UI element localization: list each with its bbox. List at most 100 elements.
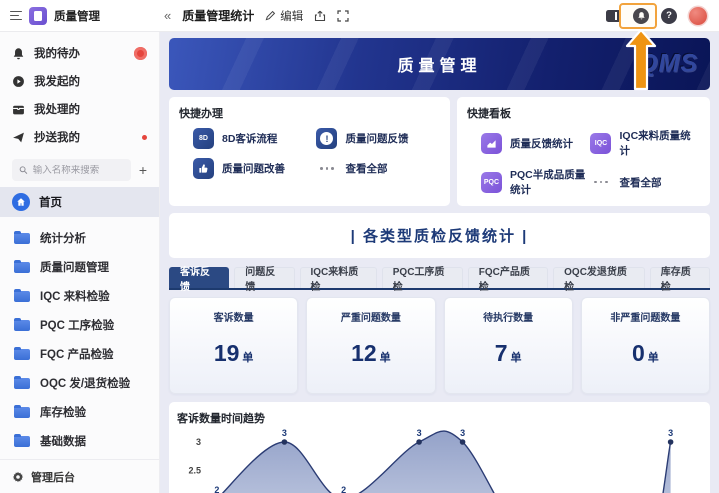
app-logo-icon [29,7,47,25]
folder-icon [14,233,30,244]
sidebar-item-handled-by-me[interactable]: 我处理的 [0,95,159,123]
tab-pqc[interactable]: PQC工序质检 [382,267,463,288]
folder-icon [14,436,30,447]
area-chart-icon [481,133,502,154]
thumbs-up-icon [193,158,214,179]
cc-red-dot [142,135,147,140]
stat-value: 7 [495,340,508,367]
folder-icon [14,378,30,389]
quick-item-issue-improve[interactable]: 质量问题改善 [193,158,316,179]
tab-oqc[interactable]: OQC发退货质检 [553,267,645,288]
quick-board-title: 快捷看板 [467,105,700,121]
play-circle-icon [12,75,25,88]
more-icon [316,167,337,170]
svg-text:3: 3 [460,428,465,438]
chart-title: 客诉数量时间趋势 [177,410,702,426]
home-icon [12,193,30,211]
svg-text:2: 2 [341,485,346,493]
quick-item-view-all-board[interactable]: 查看全部 [590,167,700,197]
stat-cards: 客诉数量 19单 严重问题数量 12单 待执行数量 7单 非严重问题数量 0单 [169,297,710,394]
tab-inventory[interactable]: 库存质检 [650,267,710,288]
svg-text:3: 3 [196,437,201,447]
stat-card-nonserious: 非严重问题数量 0单 [581,297,710,394]
avatar[interactable] [689,7,707,25]
edit-button[interactable]: 编辑 [265,8,303,24]
sidebar: 我的待办 我发起的 我处理的 抄送我的 + [0,32,160,493]
trend-chart-card: 客诉数量时间趋势 32.521.5232333 [169,402,710,493]
svg-text:3: 3 [282,428,287,438]
quick-item-pqc-stats[interactable]: PQC PQC半成品质量统计 [481,167,591,197]
stat-value: 19 [214,340,240,367]
folder-icon [14,262,30,273]
notification-icon[interactable] [633,8,649,24]
badge-pqc-icon: PQC [481,172,502,193]
topbar-right: ? [606,7,719,25]
bell-icon [12,47,25,60]
sidebar-folder-pqc[interactable]: PQC 工序检验 [0,310,159,339]
sidebar-item-my-todos[interactable]: 我的待办 [0,39,159,67]
qc-type-tabs: 客诉反馈 问题反馈 IQC来料质检 PQC工序质检 FQC产品质检 OQC发退货… [169,267,710,290]
sidebar-folder-oqc[interactable]: OQC 发/退货检验 [0,368,159,397]
app-window: 质量管理 « 质量管理统计 编辑 ? [0,0,719,493]
quick-handle-title: 快捷办理 [179,105,440,121]
more-icon [590,181,611,184]
sidebar-folder-inventory[interactable]: 库存检验 [0,397,159,426]
menu-icon[interactable] [10,11,22,21]
badge-8d-icon: 8D [193,128,214,149]
stat-card-pending: 待执行数量 7单 [444,297,573,394]
section-title: | 各类型质检反馈统计 | [351,225,529,246]
quick-item-iqc-stats[interactable]: IQC IQC来料质量统计 [590,128,700,158]
todo-badge [134,47,147,60]
badge-iqc-icon: IQC [590,133,611,154]
sidebar-item-initiated-by-me[interactable]: 我发起的 [0,67,159,95]
sidebar-item-home[interactable]: 首页 [0,187,159,217]
quick-handle-card: 快捷办理 8D 8D客诉流程 ! 质量问题反馈 [169,97,450,206]
search-icon [19,165,28,175]
search-input[interactable] [33,165,124,176]
quick-board-card: 快捷看板 质量反馈统计 IQC IQC来料质量统计 [457,97,710,206]
add-icon[interactable]: + [139,163,147,177]
quick-item-view-all-handle[interactable]: 查看全部 [316,158,440,179]
tab-customer-complaint[interactable]: 客诉反馈 [169,267,229,288]
trend-area-chart: 32.521.5232333 [177,428,701,493]
tab-issue-feedback[interactable]: 问题反馈 [234,267,294,288]
feedback-icon: ! [316,128,337,149]
svg-text:2.5: 2.5 [188,466,201,476]
folder-icon [14,320,30,331]
sidebar-folder-statistics[interactable]: 统计分析 [0,223,159,252]
sidebar-folder-iqc[interactable]: IQC 来料检验 [0,281,159,310]
pencil-icon [265,10,276,21]
sidebar-folder-quality-issues[interactable]: 质量问题管理 [0,252,159,281]
fullscreen-icon[interactable] [337,10,349,22]
sidebar-item-cc-to-me[interactable]: 抄送我的 [0,123,159,151]
handled-icon [12,103,25,116]
folder-icon [14,407,30,418]
admin-console-button[interactable]: 管理后台 [0,459,159,493]
stat-value: 12 [351,340,377,367]
sidebar-folder-fqc[interactable]: FQC 产品检验 [0,339,159,368]
quick-item-8d-complaint[interactable]: 8D 8D客诉流程 [193,128,316,149]
share-icon[interactable] [314,10,326,22]
app-title: 质量管理 [54,8,100,24]
svg-text:3: 3 [417,428,422,438]
app-header: 质量管理 [0,7,160,25]
page-controls: « 质量管理统计 编辑 [160,7,349,24]
send-icon [12,131,25,144]
svg-text:3: 3 [668,428,673,438]
help-icon[interactable]: ? [661,8,677,24]
topbar: 质量管理 « 质量管理统计 编辑 ? [0,0,719,32]
collapse-icon[interactable]: « [164,9,171,22]
sidebar-folder-base-data[interactable]: 基础数据 [0,426,159,455]
sidebar-search-row: + [0,151,159,187]
gear-icon [12,471,24,483]
stat-card-serious: 严重问题数量 12单 [306,297,435,394]
quick-item-issue-feedback[interactable]: ! 质量问题反馈 [316,128,440,149]
search-box [12,159,131,181]
folder-icon [14,349,30,360]
stat-value: 0 [632,340,645,367]
tab-iqc[interactable]: IQC来料质检 [300,267,377,288]
tab-fqc[interactable]: FQC产品质检 [468,267,548,288]
panel-toggle-icon[interactable] [606,10,621,22]
quick-item-feedback-stats[interactable]: 质量反馈统计 [481,128,591,158]
folder-icon [14,291,30,302]
